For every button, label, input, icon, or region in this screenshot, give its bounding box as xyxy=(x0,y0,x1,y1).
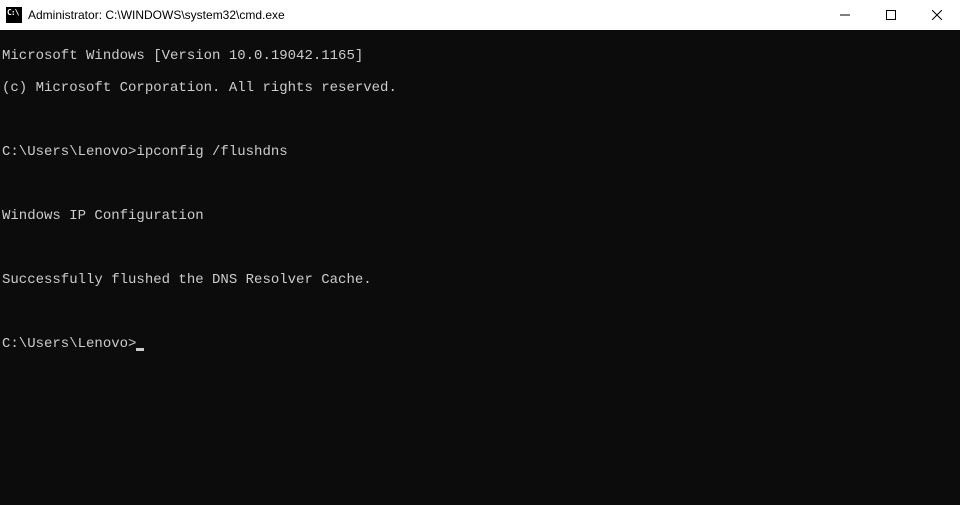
console-heading: Windows IP Configuration xyxy=(2,208,960,224)
console-blank xyxy=(2,240,960,256)
console-blank xyxy=(2,304,960,320)
cmd-icon: C:\ xyxy=(6,7,22,23)
prompt-text: C:\Users\Lenovo> xyxy=(2,144,136,160)
maximize-icon xyxy=(886,10,896,20)
command-text: ipconfig /flushdns xyxy=(136,144,287,160)
console-result: Successfully flushed the DNS Resolver Ca… xyxy=(2,272,960,288)
window-title: Administrator: C:\WINDOWS\system32\cmd.e… xyxy=(28,8,285,22)
close-button[interactable] xyxy=(914,0,960,30)
console-prompt-line: C:\Users\Lenovo>ipconfig /flushdns xyxy=(2,144,960,160)
maximize-button[interactable] xyxy=(868,0,914,30)
cursor xyxy=(136,348,144,351)
cmd-icon-text: C:\ xyxy=(7,8,18,17)
console-blank xyxy=(2,176,960,192)
console-area[interactable]: Microsoft Windows [Version 10.0.19042.11… xyxy=(0,30,960,505)
minimize-icon xyxy=(840,10,850,20)
console-blank xyxy=(2,112,960,128)
minimize-button[interactable] xyxy=(822,0,868,30)
prompt-text: C:\Users\Lenovo> xyxy=(2,336,136,352)
titlebar-left: C:\ Administrator: C:\WINDOWS\system32\c… xyxy=(6,7,285,23)
console-prompt-line: C:\Users\Lenovo> xyxy=(2,336,960,352)
console-line: (c) Microsoft Corporation. All rights re… xyxy=(2,80,960,96)
titlebar[interactable]: C:\ Administrator: C:\WINDOWS\system32\c… xyxy=(0,0,960,30)
close-icon xyxy=(932,10,942,20)
window-controls xyxy=(822,0,960,30)
console-line: Microsoft Windows [Version 10.0.19042.11… xyxy=(2,48,960,64)
